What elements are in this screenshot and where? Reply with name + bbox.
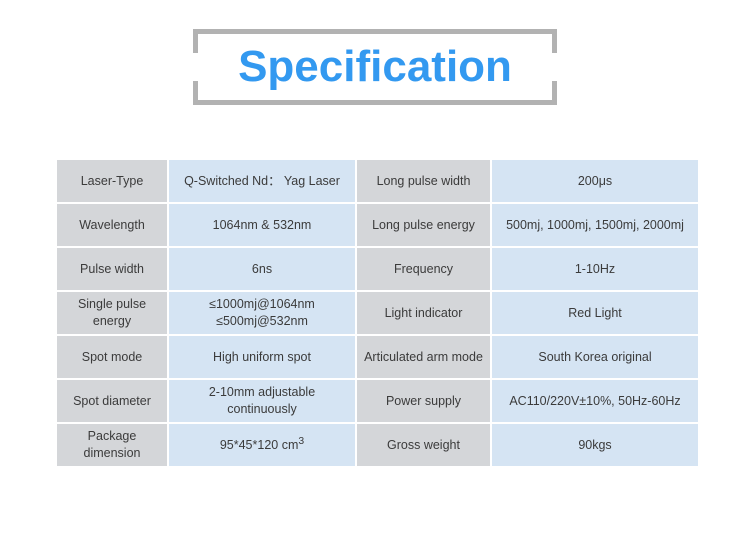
spec-value: 1064nm & 532nm — [169, 204, 355, 246]
spec-label: Laser-Type — [57, 160, 167, 202]
spec-label: Power supply — [357, 380, 490, 422]
spec-value-superscript: 3 — [298, 436, 305, 448]
spec-label: Spot mode — [57, 336, 167, 378]
spec-label: Single pulse energy — [57, 292, 167, 334]
table-row: Spot diameter 2-10mm adjustable continuo… — [57, 380, 698, 422]
spec-value: AC110/220V±10%, 50Hz-60Hz — [492, 380, 698, 422]
table-row: Laser-Type Q-Switched Nd： Yag Laser Long… — [57, 160, 698, 202]
spec-value: South Korea original — [492, 336, 698, 378]
spec-value-line: ≤1000mj@1064nm — [209, 297, 315, 312]
spec-value: 6ns — [169, 248, 355, 290]
spec-value: 95*45*120 cm3 — [169, 424, 355, 466]
spec-label: Long pulse width — [357, 160, 490, 202]
spec-label: Frequency — [357, 248, 490, 290]
spec-value: 2-10mm adjustable continuously — [169, 380, 355, 422]
spec-label: Spot diameter — [57, 380, 167, 422]
spec-label: Articulated arm mode — [357, 336, 490, 378]
spec-label: Pulse width — [57, 248, 167, 290]
spec-label: Gross weight — [357, 424, 490, 466]
spec-value: 1-10Hz — [492, 248, 698, 290]
spec-value: 200μs — [492, 160, 698, 202]
spec-value-main: 95*45*120 cm — [219, 438, 299, 453]
spec-label: Wavelength — [57, 204, 167, 246]
table-row: Spot mode High uniform spot Articulated … — [57, 336, 698, 378]
spec-value: 500mj, 1000mj, 1500mj, 2000mj — [492, 204, 698, 246]
spec-value-line: ≤500mj@532nm — [216, 314, 308, 328]
spec-value: High uniform spot — [169, 336, 355, 378]
spec-label: Package dimension — [57, 424, 167, 466]
table-row: Single pulse energy ≤1000mj@1064nm ≤500m… — [57, 292, 698, 334]
table-row: Pulse width 6ns Frequency 1-10Hz — [57, 248, 698, 290]
specification-table: Laser-Type Q-Switched Nd： Yag Laser Long… — [55, 158, 700, 468]
spec-value: Red Light — [492, 292, 698, 334]
page-title: Specification — [238, 42, 512, 91]
spec-label: Light indicator — [357, 292, 490, 334]
table-row: Wavelength 1064nm & 532nm Long pulse ene… — [57, 204, 698, 246]
spec-value: Q-Switched Nd： Yag Laser — [169, 160, 355, 202]
spec-label: Long pulse energy — [357, 204, 490, 246]
specification-title-frame: Specification — [193, 29, 557, 105]
table-row: Package dimension 95*45*120 cm3 Gross we… — [57, 424, 698, 466]
spec-value: ≤1000mj@1064nm ≤500mj@532nm — [169, 292, 355, 334]
spec-value: 90kgs — [492, 424, 698, 466]
